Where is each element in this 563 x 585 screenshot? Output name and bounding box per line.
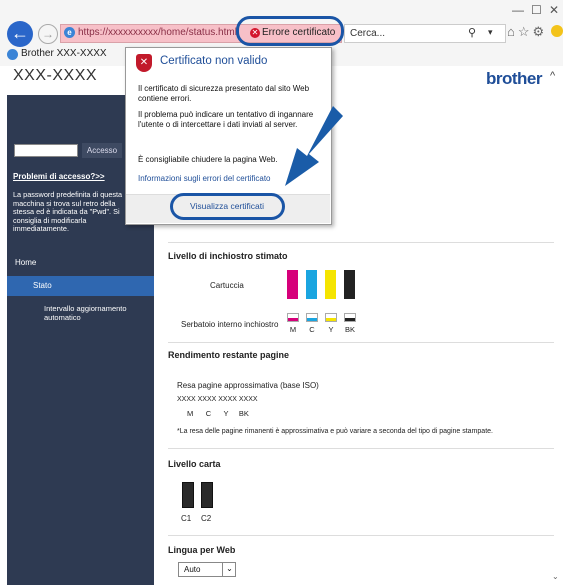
tab-favicon-icon <box>7 49 18 60</box>
close-icon[interactable]: ✕ <box>549 3 559 17</box>
ink-bar-magenta <box>287 270 298 299</box>
sidebar-item-home[interactable]: Home <box>7 258 154 272</box>
browser-logo-icon: e <box>64 27 75 38</box>
sidebar-item-refresh-interval[interactable]: Intervallo aggiornamento automatico <box>44 304 144 322</box>
address-text[interactable]: https://xxxxxxxxxx/home/status.html <box>78 27 237 38</box>
divider <box>168 342 554 343</box>
yield-values: XXXX XXXX XXXX XXXX <box>177 396 258 403</box>
tab-title[interactable]: Brother XXX-XXXX <box>21 48 107 59</box>
minimize-icon[interactable]: — <box>512 3 524 17</box>
ink-label-y: Y <box>328 325 334 334</box>
brand-logo: brother <box>486 69 543 88</box>
pointer-arrow-icon <box>285 106 343 186</box>
shield-error-icon: ✕ <box>136 54 152 72</box>
ink-label-bk: BK <box>344 325 355 334</box>
certificate-errors-link[interactable]: Informazioni sugli errori del certificat… <box>138 174 271 183</box>
back-icon[interactable]: ← <box>7 21 33 47</box>
tank-magenta <box>287 313 299 322</box>
yield-subtitle: Resa pagine approssimativa (base ISO) <box>177 381 319 390</box>
ink-label-c: C <box>309 325 315 334</box>
toolbar-icons[interactable]: ⌂☆⚙ <box>507 24 547 40</box>
password-note: La password predefinita di questa macchi… <box>13 190 123 234</box>
tray-label-c2: C2 <box>201 514 212 523</box>
cartridge-label: Cartuccia <box>210 281 244 290</box>
scroll-down-icon[interactable]: ⌄ <box>552 572 559 581</box>
divider <box>168 535 554 536</box>
language-select-value: Auto <box>184 565 201 574</box>
ink-label-m: M <box>289 325 297 334</box>
tank-label: Serbatoio interno inchiostro <box>181 320 279 329</box>
language-section-title: Lingua per Web <box>168 545 236 555</box>
chevron-down-icon[interactable]: ⌄ <box>222 562 236 577</box>
sidebar-item-status[interactable]: Stato <box>7 276 154 296</box>
divider <box>168 242 554 243</box>
yield-note: *La resa delle pagine rimanenti è appros… <box>177 428 493 435</box>
paper-tray-c1 <box>182 482 194 508</box>
tank-black <box>344 313 356 322</box>
divider <box>168 448 554 449</box>
highlight-callout <box>170 193 285 220</box>
yield-labels: M C Y BK <box>187 409 249 418</box>
paper-section-title: Livello carta <box>168 459 221 469</box>
yield-section-title: Rendimento restante pagine <box>168 350 290 360</box>
scroll-up-icon[interactable]: ^ <box>550 70 555 82</box>
highlight-callout <box>236 16 344 46</box>
maximize-icon[interactable]: ☐ <box>531 3 542 17</box>
tank-cyan <box>306 313 318 322</box>
search-icon[interactable]: ⚲ <box>468 26 476 39</box>
ink-bar-cyan <box>306 270 317 299</box>
login-help-link[interactable]: Problemi di accesso?>> <box>13 172 105 181</box>
paper-tray-c2 <box>201 482 213 508</box>
feedback-smiley-icon[interactable] <box>551 25 563 37</box>
tank-yellow <box>325 313 337 322</box>
popup-title: Certificato non valido <box>160 55 268 67</box>
ink-bar-black <box>344 270 355 299</box>
search-placeholder: Cerca... <box>350 28 386 39</box>
ink-bar-yellow <box>325 270 336 299</box>
tray-label-c1: C1 <box>181 514 192 523</box>
model-title: XXX-XXXX <box>13 67 98 84</box>
popup-text-1: Il certificato di sicurezza presentato d… <box>138 84 310 103</box>
forward-icon[interactable]: → <box>38 24 58 44</box>
ink-section-title: Livello di inchiostro stimato <box>168 251 288 261</box>
login-button[interactable]: Accesso <box>82 143 122 158</box>
chevron-down-icon[interactable]: ▾ <box>488 27 493 38</box>
password-input[interactable] <box>14 144 78 157</box>
